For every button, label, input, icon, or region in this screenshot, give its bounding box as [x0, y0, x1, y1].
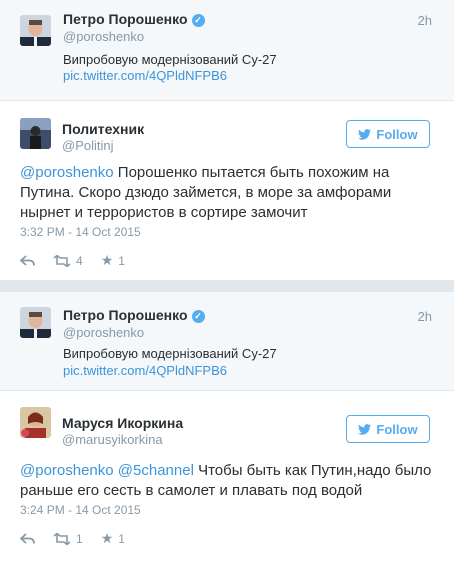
star-icon: ★	[100, 252, 114, 268]
author-name[interactable]: Политехник	[62, 121, 144, 137]
quoted-tweet-time[interactable]: 2h	[418, 309, 432, 324]
quoted-author-name-text[interactable]: Петро Порошенко	[63, 307, 188, 323]
tweet-text: @poroshenko Порошенко пытается быть похо…	[20, 163, 445, 223]
twitter-bird-icon	[358, 423, 372, 435]
author-handle[interactable]: @Politinj	[62, 138, 114, 153]
tweet: Маруся Икоркина @marusyikorkina Follow @…	[0, 391, 454, 561]
mention-link[interactable]: @poroshenko	[20, 462, 114, 479]
quoted-author-name[interactable]: Петро Порошенко ✓	[63, 11, 205, 27]
avatar[interactable]	[20, 118, 51, 149]
verified-icon: ✓	[191, 14, 205, 27]
quoted-author-handle[interactable]: @poroshenko	[63, 325, 144, 340]
quoted-tweet-text: Випробовую модернізований Су-27	[63, 52, 277, 67]
follow-button[interactable]: Follow	[346, 120, 430, 148]
quoted-tweet-link[interactable]: pic.twitter.com/4QPldNFPB6	[63, 68, 227, 83]
avatar[interactable]	[20, 407, 51, 438]
retweet-icon	[53, 532, 71, 545]
reply-icon	[20, 254, 35, 266]
reply-button[interactable]	[20, 532, 35, 545]
favorite-count: 1	[118, 531, 125, 546]
quoted-tweet[interactable]: Петро Порошенко ✓ @poroshenko 2h Випробов…	[0, 0, 454, 101]
quoted-author-handle[interactable]: @poroshenko	[63, 29, 144, 44]
twitter-bird-icon	[358, 128, 372, 140]
tweet-timestamp[interactable]: 3:24 PM - 14 Oct 2015	[20, 503, 141, 517]
retweet-count: 4	[76, 253, 83, 268]
retweet-count: 1	[76, 531, 83, 546]
quoted-author-name[interactable]: Петро Порошенко ✓	[63, 307, 205, 323]
quoted-tweet[interactable]: Петро Порошенко ✓ @poroshenko 2h Випробов…	[0, 292, 454, 391]
author-name[interactable]: Маруся Икоркина	[62, 415, 183, 431]
tweet: Политехник @Politinj Follow @poroshenko …	[0, 101, 454, 280]
follow-label: Follow	[376, 126, 418, 142]
author-handle[interactable]: @marusyikorkina	[62, 432, 163, 447]
retweet-button[interactable]: 1	[53, 532, 83, 546]
follow-button[interactable]: Follow	[346, 415, 430, 443]
quoted-tweet-text: Випробовую модернізований Су-27	[63, 346, 277, 361]
tweet-text: @poroshenko @5channel Чтобы быть как Пут…	[20, 461, 445, 501]
favorite-button[interactable]: ★ 1	[101, 530, 125, 547]
mention-link[interactable]: @poroshenko	[20, 164, 114, 181]
favorite-button[interactable]: ★ 1	[101, 252, 125, 269]
retweet-button[interactable]: 4	[53, 254, 83, 268]
verified-icon: ✓	[191, 310, 205, 323]
reply-button[interactable]	[20, 254, 35, 267]
tweet-separator	[0, 280, 454, 292]
follow-label: Follow	[376, 421, 418, 437]
star-icon: ★	[100, 530, 114, 546]
tweet-actions: 1 ★ 1	[20, 530, 143, 547]
mention-link[interactable]: @5channel	[118, 462, 194, 479]
quoted-tweet-time[interactable]: 2h	[418, 13, 432, 28]
favorite-count: 1	[118, 253, 125, 268]
avatar[interactable]	[20, 15, 51, 46]
quoted-tweet-link[interactable]: pic.twitter.com/4QPldNFPB6	[63, 363, 227, 378]
quoted-author-name-text[interactable]: Петро Порошенко	[63, 11, 188, 27]
avatar[interactable]	[20, 307, 51, 338]
reply-icon	[20, 532, 35, 544]
tweet-actions: 4 ★ 1	[20, 252, 143, 269]
retweet-icon	[53, 254, 71, 267]
tweet-timestamp[interactable]: 3:32 PM - 14 Oct 2015	[20, 225, 141, 239]
